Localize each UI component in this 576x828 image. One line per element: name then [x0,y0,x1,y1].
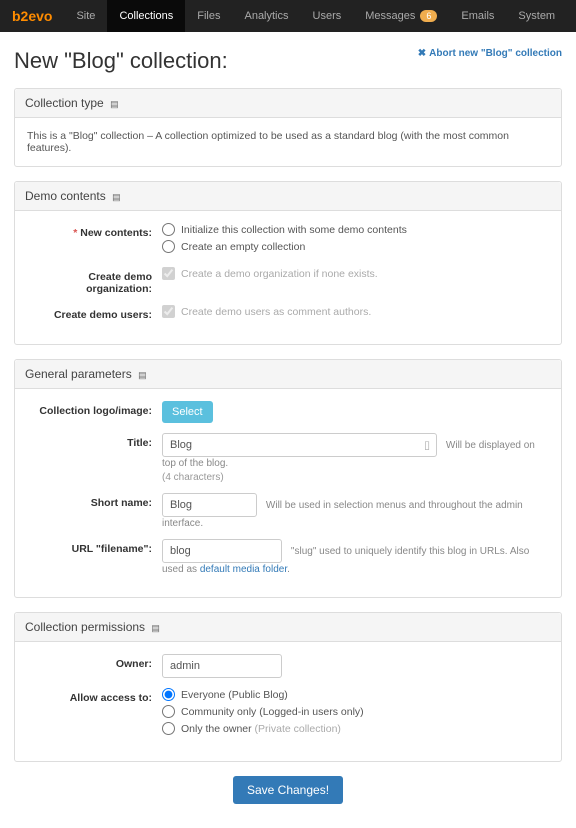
heading-text: Collection type [25,96,104,110]
book-icon[interactable]: ▤ [138,370,147,380]
nav-system[interactable]: System [506,0,567,32]
page-title: New "Blog" collection: [14,48,228,74]
heading-text: Demo contents [25,189,106,203]
nav-collections[interactable]: Collections [107,0,185,32]
radio-empty[interactable] [162,240,175,253]
nav-messages-label: Messages [365,10,415,22]
shortname-label: Short name: [27,493,162,509]
nav-messages[interactable]: Messages 6 [353,0,449,32]
checkbox-create-org[interactable] [162,267,175,280]
owner-input[interactable] [162,654,282,678]
access-label: Allow access to: [27,688,162,704]
radio-access-everyone[interactable] [162,688,175,701]
logo-label: Collection logo/image: [27,401,162,417]
panel-heading: General parameters ▤ [15,360,561,389]
panel-heading: Demo contents ▤ [15,182,561,211]
url-filename-label: URL "filename": [27,539,162,555]
panel-heading: Collection type ▤ [15,89,561,118]
manual-page-link[interactable]: ▤ Manual page [567,5,576,27]
nav-users[interactable]: Users [301,0,354,32]
close-icon: ✖ [418,48,426,59]
panel-general-parameters: General parameters ▤ Collection logo/ima… [14,359,562,598]
create-users-text: Create demo users as comment authors. [181,306,371,318]
create-users-label: Create demo users: [27,305,162,321]
shortname-input[interactable] [162,493,257,517]
new-contents-label: * New contents: [27,223,162,239]
radio-access-owner[interactable] [162,722,175,735]
messages-badge: 6 [420,10,437,22]
select-logo-button[interactable]: Select [162,401,213,423]
radio-access-community[interactable] [162,705,175,718]
heading-text: Collection permissions [25,620,145,634]
radio-init-demo[interactable] [162,223,175,236]
top-navbar: b2evo Site Collections Files Analytics U… [0,0,576,32]
radio-label: Community only (Logged-in users only) [181,706,364,718]
nav-analytics[interactable]: Analytics [232,0,300,32]
radio-label: Initialize this collection with some dem… [181,224,407,236]
url-filename-input[interactable] [162,539,282,563]
nav-items: Site Collections Files Analytics Users M… [64,0,567,32]
book-icon[interactable]: ▤ [112,192,121,202]
panel-heading: Collection permissions ▤ [15,613,561,642]
book-icon[interactable]: ▤ [151,623,160,633]
panel-collection-permissions: Collection permissions ▤ Owner: Allow ac… [14,612,562,762]
panel-body: This is a "Blog" collection – A collecti… [15,118,561,166]
owner-label: Owner: [27,654,162,670]
brand-logo[interactable]: b2evo [0,8,64,24]
title-input[interactable] [162,433,437,457]
default-media-folder-link[interactable]: default media folder [200,564,287,575]
panel-demo-contents: Demo contents ▤ * New contents: Initiali… [14,181,562,345]
nav-emails[interactable]: Emails [449,0,506,32]
input-icon: ▯ [424,439,430,452]
radio-label: Everyone (Public Blog) [181,689,288,701]
nav-files[interactable]: Files [185,0,232,32]
create-org-text: Create a demo organization if none exist… [181,268,378,280]
abort-label: Abort new "Blog" collection [429,48,562,59]
book-icon[interactable]: ▤ [110,99,119,109]
checkbox-create-users[interactable] [162,305,175,318]
title-char-count: (4 characters) [162,472,549,483]
radio-label: Only the owner (Private collection) [181,723,341,735]
heading-text: General parameters [25,367,132,381]
abort-link[interactable]: ✖Abort new "Blog" collection [418,48,562,59]
nav-site[interactable]: Site [64,0,107,32]
panel-collection-type: Collection type ▤ This is a "Blog" colle… [14,88,562,167]
create-org-label: Create demo organization: [27,267,162,295]
title-label: Title: [27,433,162,449]
radio-label: Create an empty collection [181,241,305,253]
save-changes-button[interactable]: Save Changes! [233,776,343,804]
